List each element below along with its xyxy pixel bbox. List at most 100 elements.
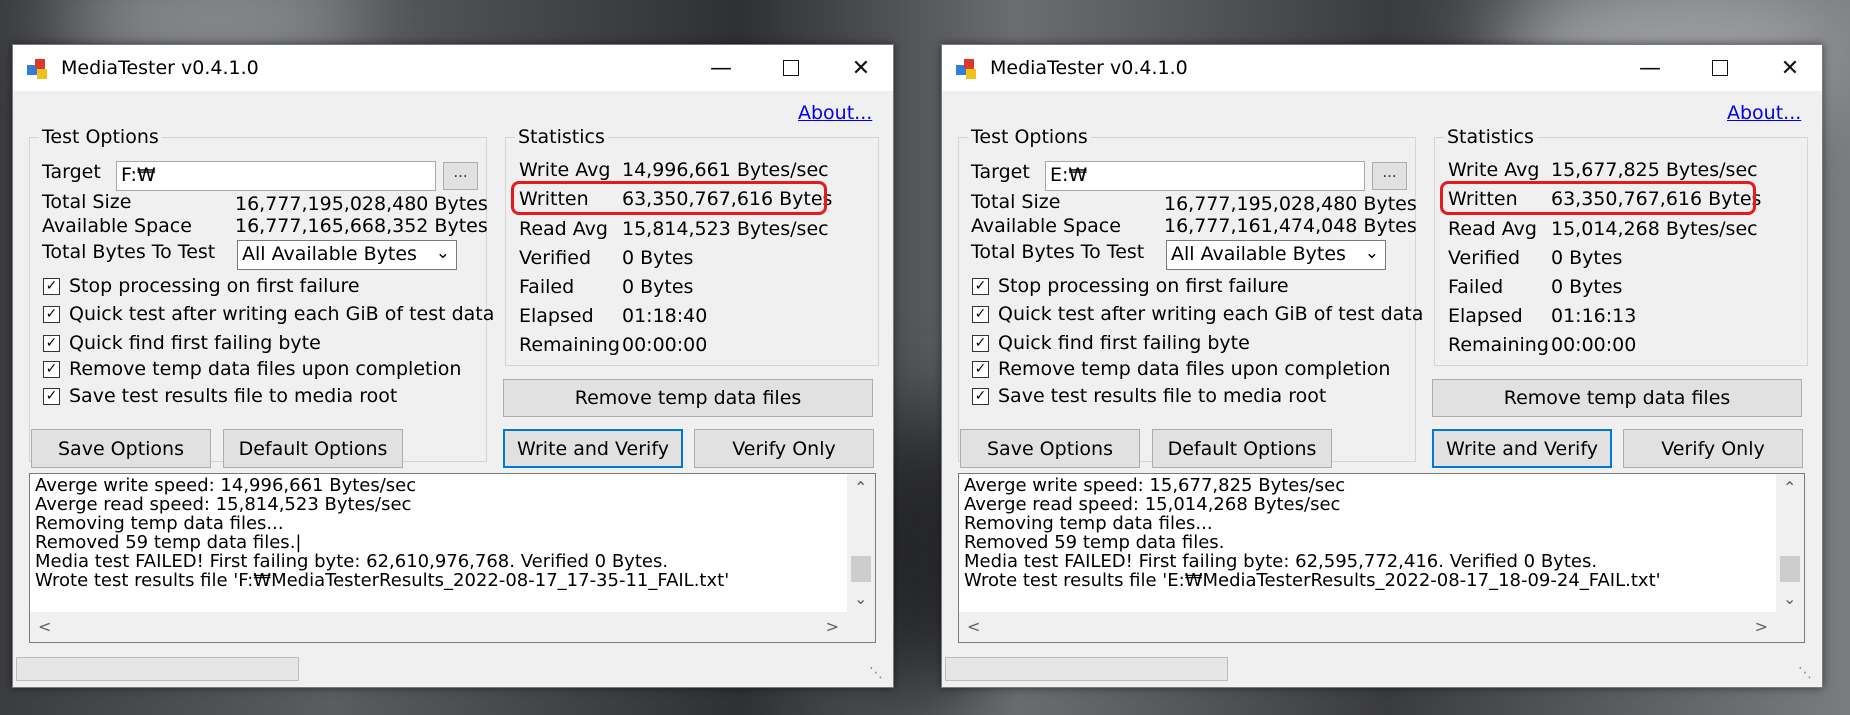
minimize-button[interactable]: —	[1620, 45, 1680, 91]
bytes-to-test-label: Total Bytes To Test	[42, 241, 216, 263]
target-label: Target	[971, 161, 1030, 183]
checkbox-save-results[interactable]: ✓ Save test results file to media root	[972, 385, 1326, 407]
mediatester-window: MediaTester v0.4.1.0 — ✕ About... Test O…	[12, 44, 894, 688]
write-verify-button[interactable]: Write and Verify	[1432, 429, 1612, 468]
horizontal-scrollbar[interactable]: < >	[30, 612, 847, 642]
checkbox-quick-find[interactable]: ✓ Quick find first failing byte	[972, 332, 1250, 354]
checkbox-stop-on-failure[interactable]: ✓ Stop processing on first failure	[972, 275, 1289, 297]
log-line: Media test FAILED! First failing byte: 6…	[964, 551, 1598, 572]
stat-label: Elapsed	[519, 305, 594, 327]
scroll-thumb[interactable]	[851, 556, 871, 582]
scroll-right-icon[interactable]: >	[1755, 617, 1768, 636]
save-options-button[interactable]: Save Options	[960, 429, 1140, 468]
scroll-down-icon[interactable]: ⌄	[854, 589, 867, 608]
log-output[interactable]: Averge write speed: 15,677,825 Bytes/sec…	[958, 473, 1805, 643]
scroll-up-icon[interactable]: ⌃	[854, 478, 867, 497]
stat-label: Write Avg	[1448, 159, 1540, 181]
checkbox[interactable]: ✓	[972, 277, 989, 295]
stat-value: 0 Bytes	[622, 276, 694, 298]
checkbox-quick-test[interactable]: ✓ Quick test after writing each GiB of te…	[972, 303, 1423, 325]
default-options-button[interactable]: Default Options	[223, 429, 403, 468]
browse-button[interactable]: ...	[1372, 162, 1407, 190]
scroll-right-icon[interactable]: >	[826, 617, 839, 636]
app-icon	[27, 59, 49, 79]
checkbox[interactable]: ✓	[43, 334, 60, 352]
stat-value: 00:00:00	[622, 334, 708, 356]
checkbox[interactable]: ✓	[43, 360, 60, 378]
vertical-scrollbar[interactable]: ⌃ ⌄	[847, 474, 875, 612]
stat-value: 15,814,523 Bytes/sec	[622, 218, 829, 240]
checkbox[interactable]: ✓	[972, 360, 989, 378]
horizontal-scrollbar[interactable]: < >	[959, 612, 1776, 642]
checkbox-label: Save test results file to media root	[998, 385, 1327, 407]
verify-only-button[interactable]: Verify Only	[1623, 429, 1803, 468]
target-input[interactable]: E:₩	[1045, 161, 1365, 191]
stat-value: 0 Bytes	[1551, 247, 1623, 269]
checkbox[interactable]: ✓	[43, 387, 60, 405]
available-space-label: Available Space	[971, 215, 1121, 237]
target-label: Target	[42, 161, 101, 183]
checkbox-quick-find[interactable]: ✓ Quick find first failing byte	[43, 332, 321, 354]
checkbox[interactable]: ✓	[972, 387, 989, 405]
progress-bar	[16, 657, 299, 681]
close-button[interactable]: ✕	[831, 45, 891, 91]
title-bar[interactable]: MediaTester v0.4.1.0 — ✕	[13, 45, 893, 91]
resize-grip-icon[interactable]: ⋱	[869, 665, 883, 681]
checkbox-remove-temp[interactable]: ✓ Remove temp data files upon completion	[972, 358, 1390, 380]
write-verify-button[interactable]: Write and Verify	[503, 429, 683, 468]
verify-only-button[interactable]: Verify Only	[694, 429, 874, 468]
checkbox-remove-temp[interactable]: ✓ Remove temp data files upon completion	[43, 358, 461, 380]
target-input[interactable]: F:₩	[116, 161, 436, 191]
bytes-to-test-select[interactable]: All Available Bytes ⌄	[237, 240, 457, 270]
checkbox-label: Quick test after writing each GiB of tes…	[998, 303, 1424, 325]
stat-value: 0 Bytes	[622, 247, 694, 269]
close-button[interactable]: ✕	[1760, 45, 1820, 91]
checkbox-stop-on-failure[interactable]: ✓ Stop processing on first failure	[43, 275, 360, 297]
checkbox-label: Quick find first failing byte	[998, 332, 1250, 354]
about-link[interactable]: About...	[798, 102, 872, 124]
log-line: Wrote test results file 'F:₩MediaTesterR…	[35, 570, 730, 591]
stat-value: 0 Bytes	[1551, 276, 1623, 298]
checkbox[interactable]: ✓	[972, 305, 989, 323]
checkbox[interactable]: ✓	[972, 334, 989, 352]
minimize-button[interactable]: —	[691, 45, 751, 91]
test-options-title: Test Options	[968, 126, 1091, 148]
resize-grip-icon[interactable]: ⋱	[1798, 665, 1812, 681]
maximize-button[interactable]	[1690, 45, 1750, 91]
title-bar[interactable]: MediaTester v0.4.1.0 — ✕	[942, 45, 1822, 91]
progress-bar	[945, 657, 1228, 681]
remove-temp-button[interactable]: Remove temp data files	[503, 379, 873, 417]
checkbox[interactable]: ✓	[43, 305, 60, 323]
bytes-to-test-select[interactable]: All Available Bytes ⌄	[1166, 240, 1386, 270]
log-line: Removed 59 temp data files.	[964, 532, 1225, 553]
browse-button[interactable]: ...	[443, 162, 478, 190]
log-line: Averge write speed: 15,677,825 Bytes/sec	[964, 475, 1346, 496]
checkbox-save-results[interactable]: ✓ Save test results file to media root	[43, 385, 397, 407]
save-options-button[interactable]: Save Options	[31, 429, 211, 468]
stat-value: 14,996,661 Bytes/sec	[622, 159, 829, 181]
about-link[interactable]: About...	[1727, 102, 1801, 124]
test-options-title: Test Options	[39, 126, 162, 148]
log-output[interactable]: Averge write speed: 14,996,661 Bytes/sec…	[29, 473, 876, 643]
scroll-left-icon[interactable]: <	[38, 617, 51, 636]
close-icon: ✕	[1780, 55, 1800, 81]
default-options-button[interactable]: Default Options	[1152, 429, 1332, 468]
stat-label: Remaining	[519, 334, 620, 356]
checkbox[interactable]: ✓	[43, 277, 60, 295]
statistics-title: Statistics	[1444, 126, 1537, 148]
log-line: Averge write speed: 14,996,661 Bytes/sec	[35, 475, 417, 496]
scroll-thumb[interactable]	[1780, 556, 1800, 582]
log-line: Removing temp data files...	[964, 513, 1213, 534]
vertical-scrollbar[interactable]: ⌃ ⌄	[1776, 474, 1804, 612]
scroll-left-icon[interactable]: <	[967, 617, 980, 636]
checkbox-quick-test[interactable]: ✓ Quick test after writing each GiB of te…	[43, 303, 494, 325]
scroll-corner	[1776, 612, 1804, 642]
scroll-down-icon[interactable]: ⌄	[1783, 589, 1796, 608]
scroll-up-icon[interactable]: ⌃	[1783, 478, 1796, 497]
stat-label: Remaining	[1448, 334, 1549, 356]
checkbox-label: Remove temp data files upon completion	[69, 358, 462, 380]
stat-label: Verified	[1448, 247, 1521, 269]
stat-value: 00:00:00	[1551, 334, 1637, 356]
maximize-button[interactable]	[761, 45, 821, 91]
remove-temp-button[interactable]: Remove temp data files	[1432, 379, 1802, 417]
